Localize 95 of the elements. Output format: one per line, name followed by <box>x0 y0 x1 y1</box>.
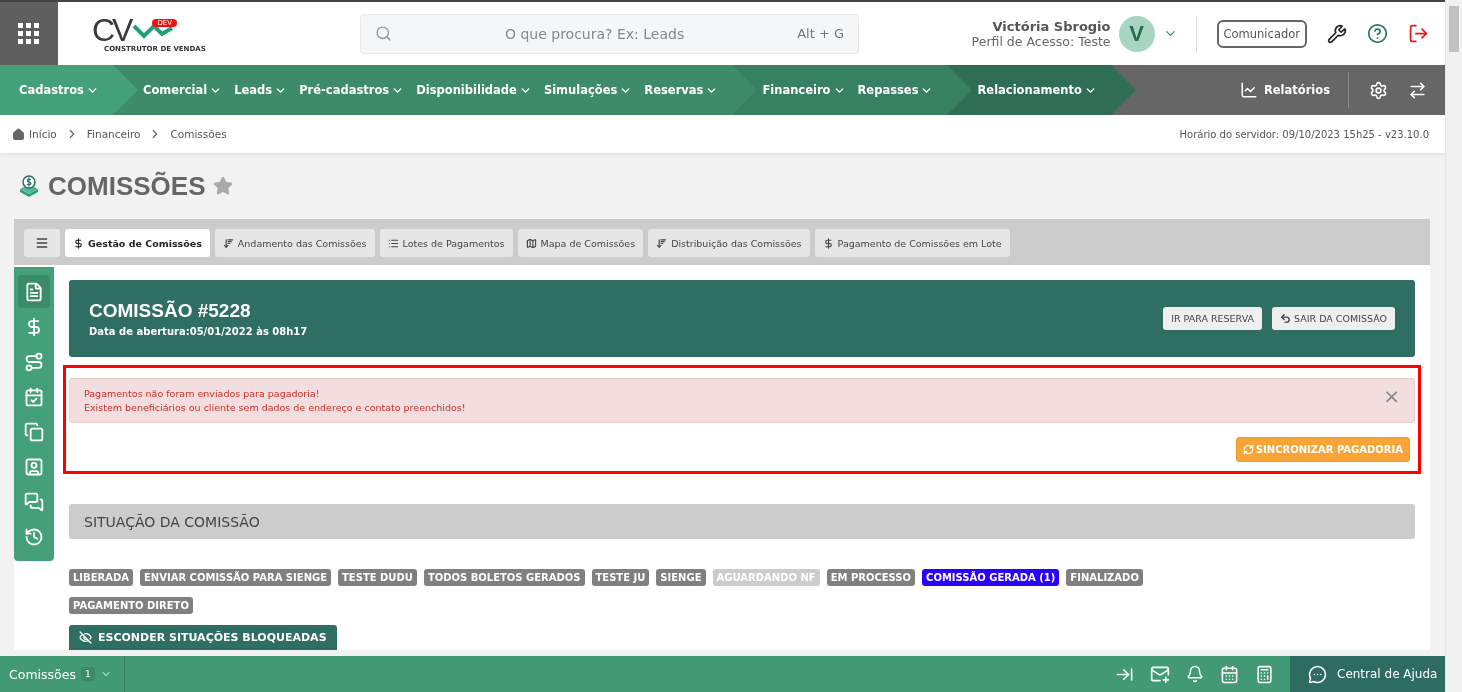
route-icon <box>24 351 44 372</box>
help-button[interactable] <box>1367 23 1388 44</box>
status-tag[interactable]: PAGAMENTO DIRETO <box>69 597 193 614</box>
menu-item[interactable]: Cadastros <box>19 83 99 97</box>
open-tab[interactable]: Comissões 1 <box>0 656 125 692</box>
status-tag[interactable]: ENVIAR COMISSÃO PARA SIENGE <box>140 569 332 586</box>
status-tag[interactable]: TESTE JU <box>591 569 650 586</box>
menu-item[interactable]: Relacionamento <box>977 83 1097 97</box>
user-avatar[interactable]: V <box>1118 15 1155 52</box>
search-field[interactable]: O que procura? Ex: Leads <box>402 24 788 43</box>
menu-item[interactable]: Reservas <box>644 83 719 97</box>
opening-date: Data de abertura:05/01/2022 às 08h17 <box>89 326 308 337</box>
close-button[interactable]: × <box>1383 388 1400 404</box>
apps-menu-button[interactable] <box>0 2 58 65</box>
breadcrumb-link[interactable]: Financeiro <box>86 128 141 140</box>
shortcut-hint: Alt + G <box>797 26 844 41</box>
tools-button[interactable] <box>1327 23 1347 44</box>
swap-arrows-icon <box>1408 80 1427 100</box>
hide-blocked-button[interactable]: ESCONDER SITUAÇÕES BLOQUEADAS <box>69 625 337 650</box>
status-tag[interactable]: EM PROCESSO <box>826 569 916 586</box>
server-time: Horário do servidor: 09/10/2023 15h25 - v23.10.0 <box>1179 128 1429 140</box>
status-tag[interactable]: TODOS BOLETOS GERADOS <box>423 569 585 586</box>
tab[interactable]: Distribuição das Comissões <box>648 229 810 257</box>
menu-item[interactable]: Comercial <box>142 83 223 97</box>
alert-text: Existem beneficiários ou cliente sem dados de endereço e contato preenchidos! <box>84 402 466 413</box>
menu-item[interactable]: Financeiro <box>762 83 846 97</box>
list-icon <box>387 237 399 249</box>
home-icon <box>12 127 25 141</box>
status-tag[interactable]: FINALIZADO <box>1066 569 1143 586</box>
count-badge: 1 <box>80 667 95 681</box>
commission-title: COMISSÃO #5228 <box>89 300 252 322</box>
communicator-button[interactable]: Comunicador <box>1216 19 1307 48</box>
sort-icon <box>656 237 668 249</box>
access-profile: Perfil de Acesso: Teste <box>971 33 1111 49</box>
menu-item[interactable]: Leads <box>234 83 288 97</box>
tab[interactable]: Andamento das Comissões <box>214 229 375 257</box>
refresh-icon <box>1242 444 1254 455</box>
scrollbar[interactable] <box>1445 0 1462 692</box>
status-tag[interactable]: TESTE DUDU <box>338 569 417 586</box>
wrench-icon <box>1327 23 1347 44</box>
copy-icon <box>24 421 44 442</box>
reservation-button[interactable]: IR PARA RESERVA <box>1163 307 1263 330</box>
breadcrumb-link[interactable]: Comissões <box>170 128 227 140</box>
calendar-icon <box>1220 664 1239 684</box>
help-icon <box>1367 23 1388 44</box>
help-center-button[interactable]: Central de Ajuda <box>1290 656 1445 692</box>
menu-item[interactable]: Pré-cadastros <box>299 83 405 97</box>
menu-item[interactable]: Disponibilidade <box>416 83 532 97</box>
mail-icon <box>1150 664 1170 684</box>
menu-item[interactable]: Repasses <box>857 83 934 97</box>
calendar-check-icon <box>24 386 44 407</box>
status-tag[interactable]: LIBERADA <box>69 569 134 586</box>
contact-card-icon <box>24 456 44 477</box>
user-name: Victória Sbrogio <box>992 18 1111 34</box>
reports-link[interactable]: Relatórios <box>1239 72 1349 108</box>
exit-button[interactable]: SAIR DA COMISSÃO <box>1272 307 1395 330</box>
dollar-icon <box>73 237 84 249</box>
menu-item[interactable]: Simulações <box>543 83 633 97</box>
back-arrow-icon <box>1280 313 1292 324</box>
money-box-icon <box>18 175 40 197</box>
logout-icon <box>1408 23 1429 44</box>
status-tag[interactable]: COMISSÃO GERADA (1) <box>922 569 1060 586</box>
alert-text: Pagamentos não foram enviados para pagadoria! <box>84 388 321 399</box>
map-icon <box>525 237 537 249</box>
notifications-button[interactable] <box>1186 665 1204 683</box>
tab[interactable]: Lotes de Pagamentos <box>379 229 513 257</box>
logout-button[interactable] <box>1408 23 1429 44</box>
breadcrumb-link[interactable]: Início <box>12 127 57 141</box>
favorite-star-icon[interactable] <box>213 176 234 196</box>
document-icon <box>24 281 44 302</box>
side-toolbar-button[interactable] <box>18 275 50 308</box>
bell-icon <box>1186 665 1204 683</box>
search-icon <box>375 25 392 42</box>
calendar-button[interactable] <box>1220 664 1239 684</box>
settings-icon <box>1369 80 1388 100</box>
chat-bubble-icon <box>1308 664 1327 684</box>
mail-button[interactable] <box>1150 664 1170 684</box>
line-chart-icon <box>1239 81 1258 99</box>
search-bar[interactable]: O que procura? Ex: Leads Alt + G <box>360 13 859 54</box>
tab[interactable]: Mapa de Comissões <box>517 229 644 257</box>
section-header: SITUAÇÃO DA COMISSÃO <box>69 504 1415 539</box>
tab[interactable]: Gestão de Comissões <box>65 229 210 257</box>
menu-icon <box>35 236 49 250</box>
status-tag[interactable]: SIENGE <box>656 569 706 586</box>
page-title: COMISSÕES <box>48 170 206 202</box>
sort-icon <box>222 237 234 249</box>
history-icon <box>24 526 44 547</box>
dollar-icon <box>822 237 834 249</box>
calculator-button[interactable] <box>1255 664 1274 684</box>
menu-button[interactable] <box>24 229 60 257</box>
eye-off-icon <box>79 631 92 644</box>
tab[interactable]: Pagamento de Comissões em Lote <box>814 229 1010 257</box>
grid-icon <box>18 22 40 45</box>
calculator-icon <box>1255 664 1274 684</box>
chat-icon <box>24 491 44 512</box>
